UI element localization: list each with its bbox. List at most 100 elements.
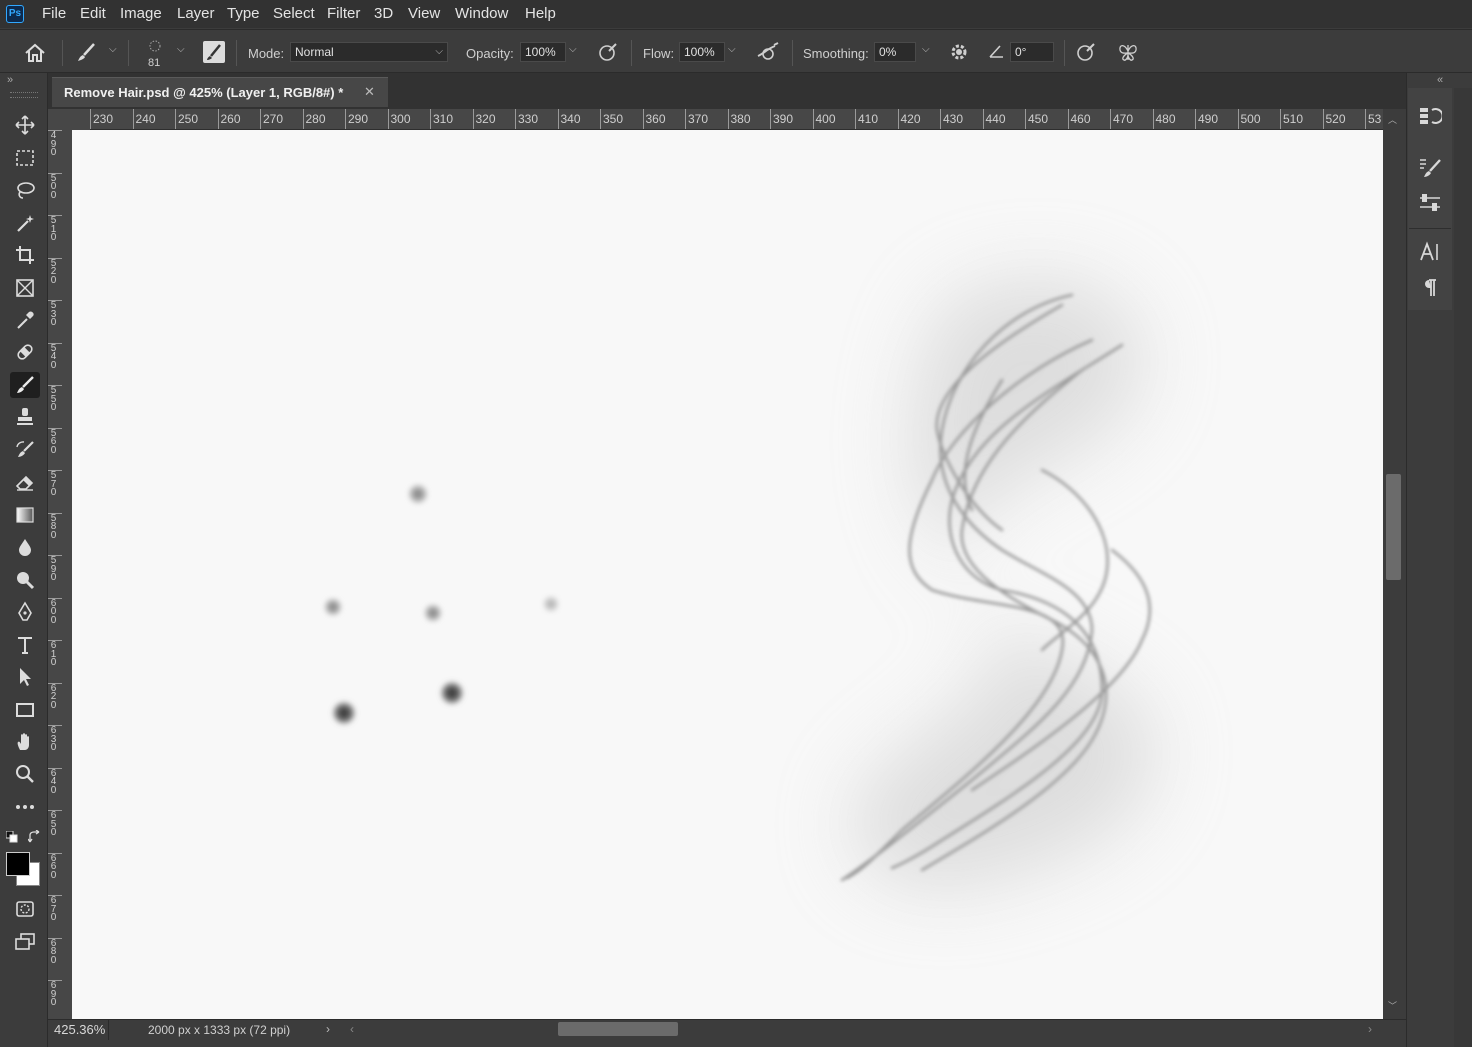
smoothing-settings-gear-icon[interactable] [948, 41, 970, 63]
brush-angle-input[interactable]: 0° [1010, 42, 1054, 62]
menu-help[interactable]: Help [525, 5, 556, 22]
ruler-tick-line [897, 109, 899, 129]
mode-label: Mode: [248, 46, 285, 61]
rectangle-shape-icon[interactable] [10, 697, 40, 723]
vertical-ruler-tick [48, 937, 62, 939]
scroll-up-icon[interactable]: ︿ [1388, 113, 1397, 126]
dodge-icon[interactable] [10, 567, 40, 593]
scroll-right-icon[interactable]: › [1368, 1022, 1372, 1036]
scroll-down-icon[interactable]: ﹀ [1388, 999, 1397, 1012]
vertical-ruler-label: 610 [50, 640, 57, 669]
toolbar-grip[interactable] [10, 92, 38, 98]
vertical-scroll-thumb[interactable] [1386, 474, 1401, 580]
crop-icon[interactable] [10, 242, 40, 268]
pen-icon[interactable] [10, 599, 40, 625]
blend-mode-value: Normal [295, 45, 334, 59]
healing-brush-icon[interactable] [10, 339, 40, 365]
document-info[interactable]: 2000 px x 1333 px (72 ppi) [148, 1023, 290, 1037]
quick-mask-icon[interactable] [10, 896, 40, 922]
magic-wand-icon[interactable] [10, 210, 40, 236]
ruler-tick-line [642, 109, 644, 129]
screen-mode-icon[interactable] [10, 929, 40, 955]
ruler-tick-line [260, 109, 261, 129]
vertical-ruler-tick [48, 342, 62, 344]
pressure-opacity-icon[interactable] [597, 41, 619, 63]
opacity-input[interactable]: 100% [520, 42, 566, 62]
lasso-icon[interactable] [10, 177, 40, 203]
flow-input[interactable]: 100% [679, 42, 725, 62]
default-colors-icon[interactable] [5, 830, 18, 843]
vertical-ruler-tick [48, 767, 62, 769]
history-panel-icon[interactable] [1418, 104, 1444, 128]
ruler-tick-line [1280, 109, 1281, 129]
foreground-color-swatch[interactable] [6, 852, 30, 876]
eraser-icon[interactable] [10, 469, 40, 495]
scroll-left-icon[interactable]: ‹ [350, 1022, 354, 1036]
hand-icon[interactable] [10, 729, 40, 755]
menu-file[interactable]: File [42, 5, 66, 22]
menu-type[interactable]: Type [227, 5, 260, 22]
brush-tip-icon[interactable] [146, 37, 164, 55]
clone-stamp-icon[interactable] [10, 404, 40, 430]
collapse-panels-icon[interactable]: « [1437, 74, 1443, 86]
brush-settings-panel-icon[interactable] [203, 41, 225, 63]
menu-image[interactable]: Image [120, 5, 162, 22]
pressure-size-icon[interactable] [1075, 41, 1097, 63]
menu-layer[interactable]: Layer [177, 5, 215, 22]
vertical-ruler-label: 510 [50, 215, 57, 244]
menu-select[interactable]: Select [273, 5, 315, 22]
airbrush-icon[interactable] [755, 41, 781, 63]
opacity-chevron-icon[interactable]: ⌵ [569, 44, 577, 55]
swap-colors-icon[interactable] [27, 829, 42, 844]
blur-drop-icon[interactable] [10, 534, 40, 560]
symmetry-butterfly-icon[interactable] [1116, 41, 1140, 63]
paragraph-panel-icon[interactable] [1418, 276, 1442, 300]
horizontal-scroll-thumb[interactable] [558, 1022, 678, 1036]
frame-icon[interactable] [10, 275, 40, 301]
smoothing-label: Smoothing: [803, 46, 869, 61]
menu-window[interactable]: Window [455, 5, 508, 22]
tool-preset-brush-icon[interactable] [74, 40, 100, 64]
tool-preset-chevron-icon[interactable]: ⌵ [109, 44, 117, 55]
brush-preset-chevron-icon[interactable]: ⌵ [177, 44, 185, 55]
ruler-tick-line [600, 109, 601, 129]
type-tool-icon[interactable] [10, 632, 40, 658]
collapse-toolbar-icon[interactable]: » [7, 74, 13, 86]
document-tab[interactable]: Remove Hair.psd @ 425% (Layer 1, RGB/8#)… [52, 77, 388, 107]
zoom-level[interactable]: 425.36% [54, 1022, 105, 1037]
more-tools-icon[interactable] [10, 794, 40, 820]
home-icon[interactable] [22, 41, 48, 65]
menu-edit[interactable]: Edit [80, 5, 106, 22]
vertical-ruler[interactable]: 490 500 510 520 530 540 550 560 570 580 590 600 610 6… [48, 130, 72, 1020]
menu-filter[interactable]: Filter [327, 5, 360, 22]
collapsed-panels-edge[interactable] [1454, 88, 1472, 1047]
zoom-icon[interactable] [10, 761, 40, 787]
adjustments-panel-icon[interactable] [1418, 192, 1442, 216]
blend-mode-select[interactable]: Normal ⌵ [290, 42, 448, 62]
history-brush-icon[interactable] [10, 437, 40, 463]
horizontal-ruler[interactable]: 230 240 250 260 270 280 290 300 310 320 330 340 350 3… [90, 109, 1386, 130]
canvas[interactable] [72, 130, 1383, 1019]
brush-dots [323, 483, 560, 726]
close-tab-icon[interactable]: ✕ [364, 84, 375, 100]
move-tool-icon[interactable] [10, 112, 40, 138]
document-tab-title: Remove Hair.psd @ 425% (Layer 1, RGB/8#)… [64, 85, 344, 100]
path-selection-icon[interactable] [10, 664, 40, 690]
ruler-tick-label: 370 [688, 112, 709, 126]
ruler-origin[interactable] [48, 109, 90, 130]
ruler-tick-line [175, 109, 176, 129]
vertical-ruler-label: 660 [50, 852, 57, 881]
rectangular-marquee-icon[interactable] [10, 145, 40, 171]
smoothing-input[interactable]: 0% [874, 42, 916, 62]
gradient-icon[interactable] [10, 502, 40, 528]
menu-view[interactable]: View [408, 5, 440, 22]
menu-3d[interactable]: 3D [374, 5, 393, 22]
flow-chevron-icon[interactable]: ⌵ [728, 44, 736, 55]
eyedropper-icon[interactable] [10, 307, 40, 333]
status-menu-chevron-icon[interactable]: › [326, 1022, 330, 1036]
options-bar: ⌵ 81 ⌵ Mode: Normal ⌵ Opacity: 100% ⌵ Fl… [0, 29, 1472, 73]
brush-settings-icon[interactable] [1418, 156, 1442, 180]
character-panel-icon[interactable] [1418, 240, 1442, 264]
brush-tool-icon[interactable] [10, 372, 40, 398]
smoothing-chevron-icon[interactable]: ⌵ [922, 44, 930, 55]
